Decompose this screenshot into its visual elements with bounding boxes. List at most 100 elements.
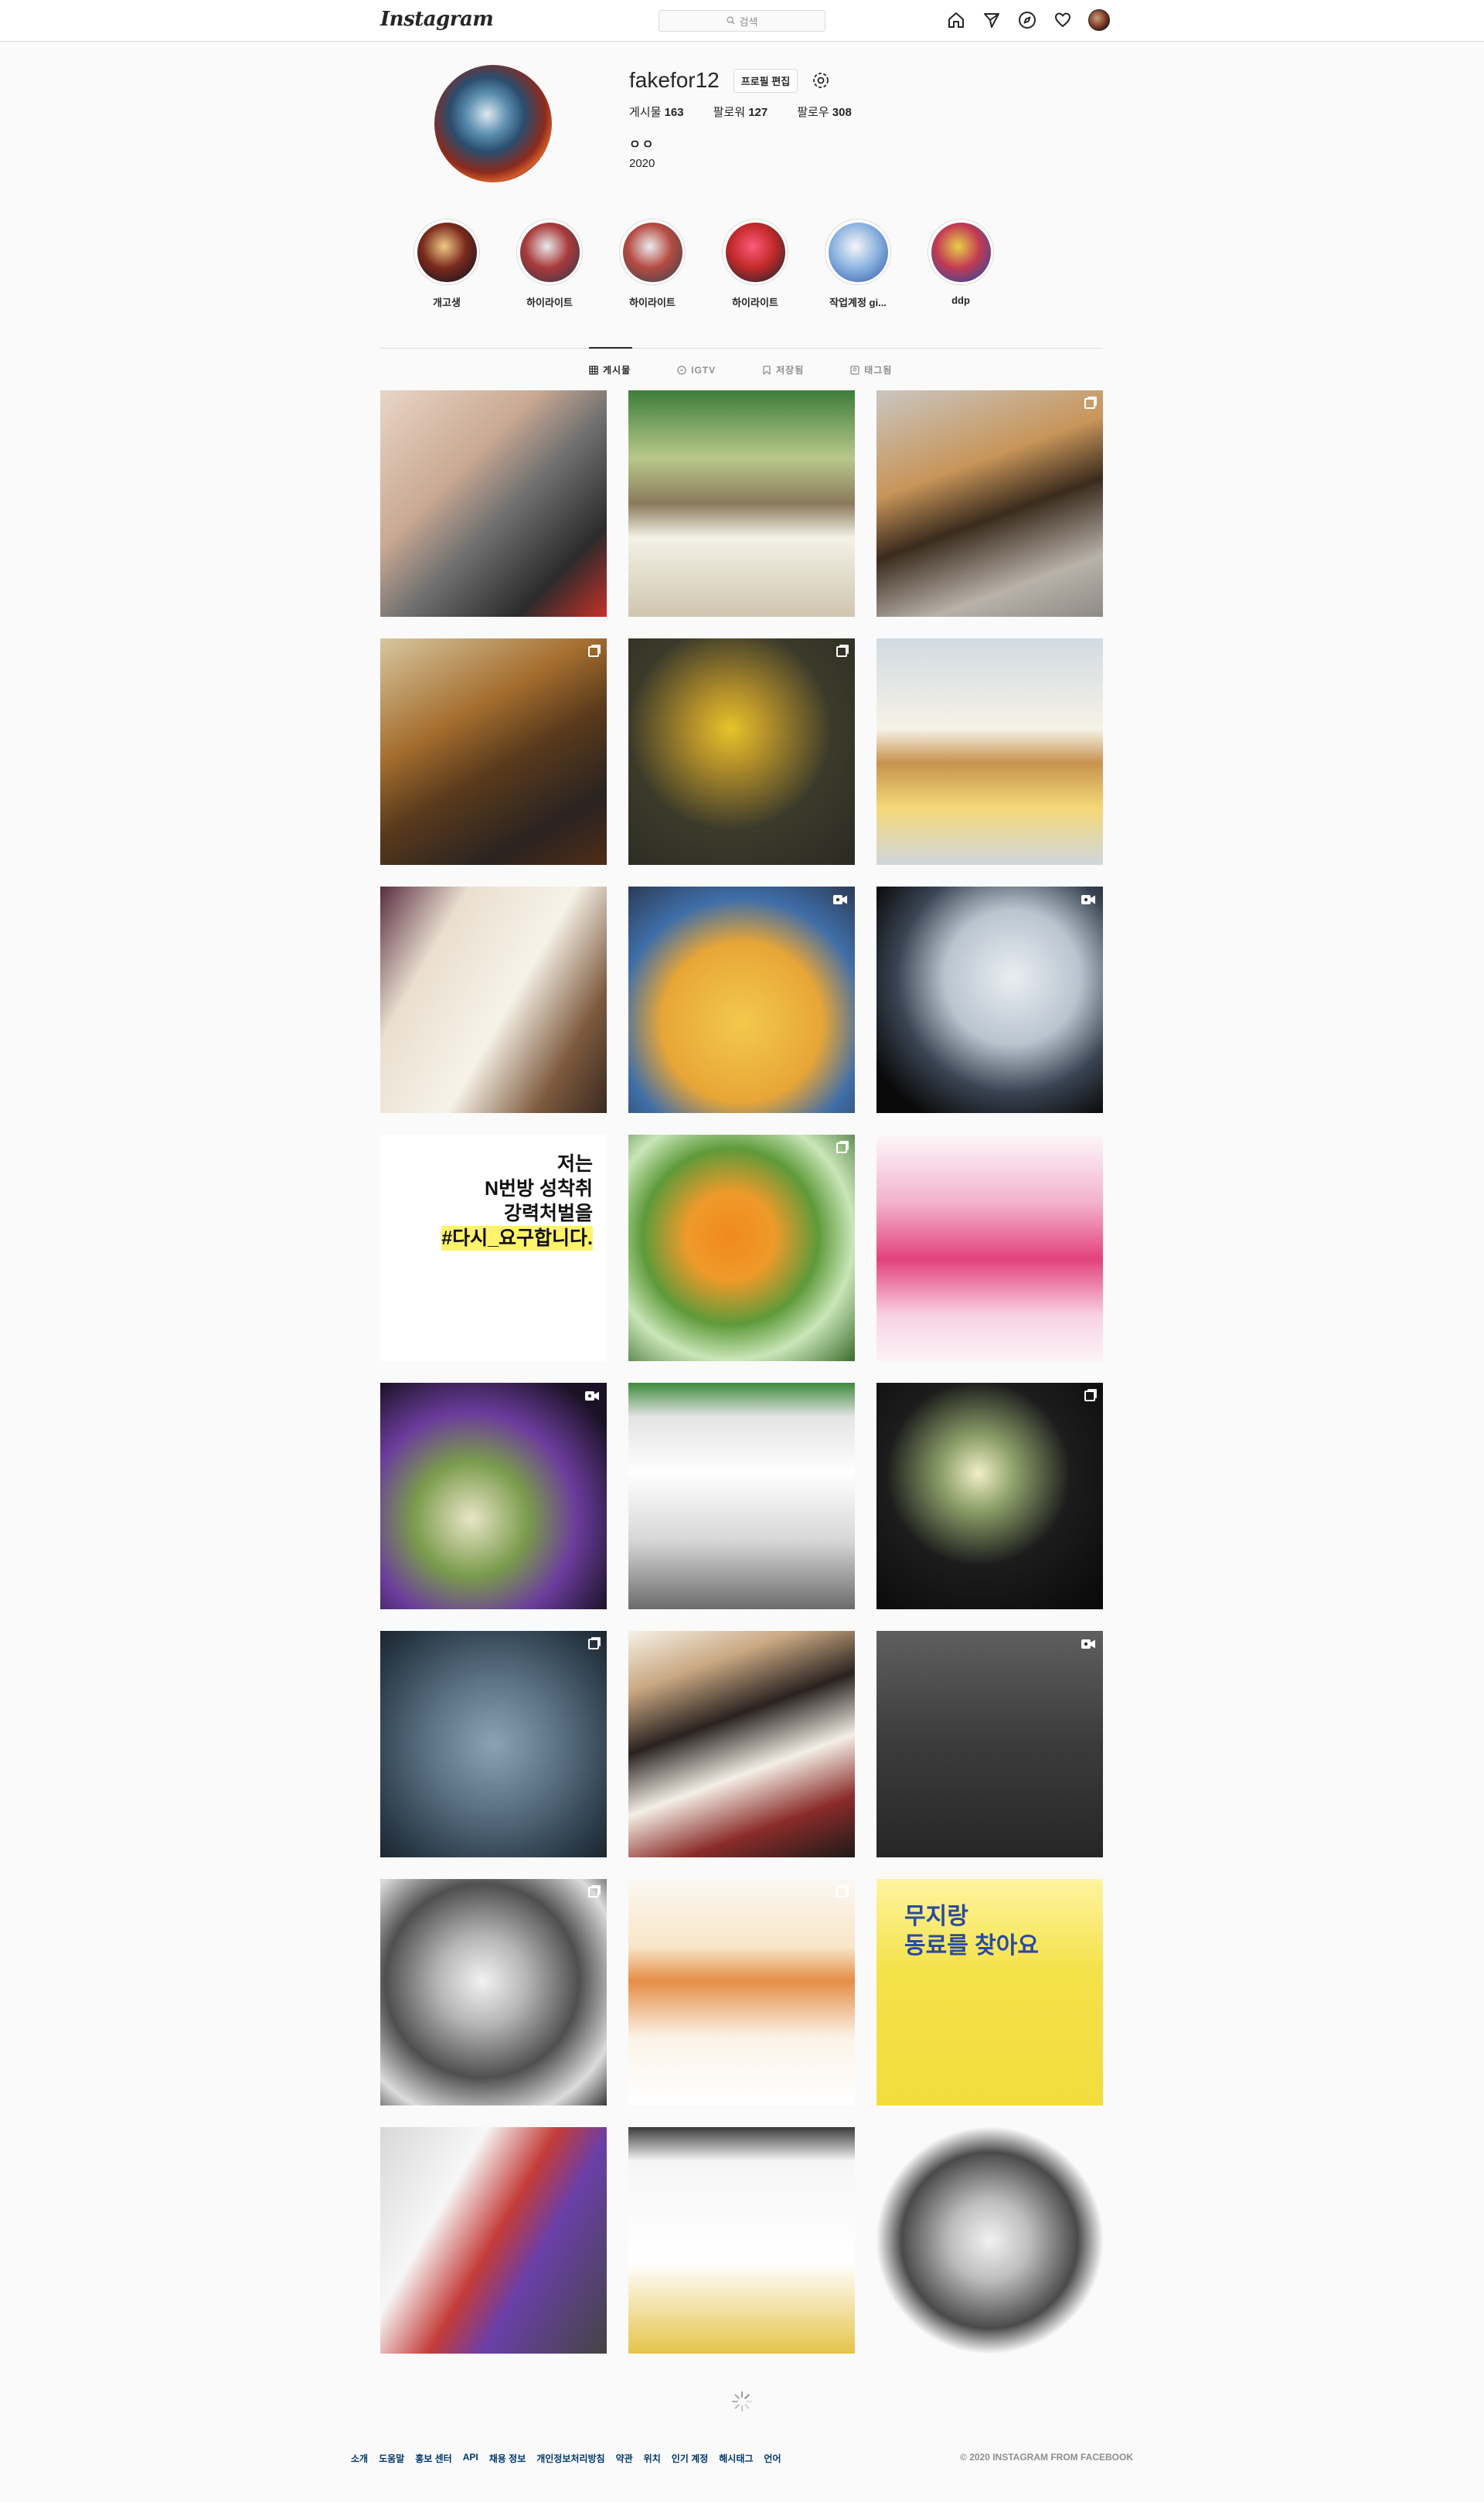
highlight-item[interactable]: 작업계정 gi...: [825, 219, 891, 309]
bookmark-icon: [762, 365, 771, 375]
search-placeholder: 검색: [739, 15, 758, 28]
followers-count[interactable]: 팔로워 127: [713, 104, 768, 120]
post-thumbnail[interactable]: [628, 1135, 855, 1361]
highlight-ring: [619, 219, 686, 285]
video-camera-icon: [833, 894, 847, 905]
tab-posts[interactable]: 게시물: [589, 363, 631, 376]
carousel-icon: [1084, 1391, 1095, 1401]
footer-link[interactable]: 약관: [616, 2452, 633, 2465]
footer-link[interactable]: 해시태그: [719, 2452, 753, 2465]
footer-link[interactable]: 언어: [764, 2452, 781, 2465]
tab-igtv[interactable]: IGTV: [677, 363, 716, 376]
post-thumbnail[interactable]: [628, 1631, 855, 1857]
loading-spinner-icon: [730, 2390, 754, 2413]
instagram-logo[interactable]: Instagram: [380, 8, 494, 31]
post-thumbnail[interactable]: [628, 1879, 855, 2105]
post-text-line: 무지랑: [904, 1904, 968, 1929]
highlight-label: ddp: [951, 294, 970, 306]
footer-link[interactable]: 인기 계정: [672, 2452, 709, 2465]
highlight-label: 개고생: [433, 297, 461, 308]
post-thumbnail[interactable]: [628, 1383, 855, 1609]
explore-icon[interactable]: [1017, 10, 1037, 30]
post-thumbnail[interactable]: 무지랑 동료를 찾아요: [876, 1879, 1103, 2105]
post-thumbnail[interactable]: [380, 2127, 607, 2354]
post-thumbnail[interactable]: [876, 1383, 1103, 1609]
tabs-divider: [380, 348, 1103, 349]
footer: 소개 도움말 홍보 센터 API 채용 정보 개인정보처리방침 약관 위치 인기 계정 해시태그 언…: [351, 2452, 1133, 2465]
profile-avatar[interactable]: [434, 65, 552, 182]
post-thumbnail[interactable]: [876, 638, 1103, 865]
post-thumbnail[interactable]: [628, 887, 855, 1113]
highlight-ring: [516, 219, 583, 285]
tab-saved[interactable]: 저장됨: [762, 363, 804, 376]
highlight-item[interactable]: 하이라이트: [619, 219, 686, 309]
spinner-spoke: [744, 2394, 750, 2399]
home-icon[interactable]: [946, 10, 966, 30]
post-text-line: #다시_요구합니다.: [441, 1226, 593, 1251]
post-thumbnail[interactable]: [380, 390, 607, 617]
settings-gear-icon[interactable]: [812, 71, 830, 90]
post-thumbnail[interactable]: [380, 638, 607, 865]
profile-avatar-nav[interactable]: [1088, 9, 1110, 31]
profile-info: fakefor12 프로필 편집 게시물 163 팔로워 127 팔로우 308…: [629, 65, 852, 170]
edit-profile-button[interactable]: 프로필 편집: [733, 68, 798, 93]
footer-link[interactable]: 위치: [644, 2452, 661, 2465]
post-thumbnail[interactable]: [876, 390, 1103, 617]
highlight-item[interactable]: 하이라이트: [516, 219, 583, 309]
footer-links: 소개 도움말 홍보 센터 API 채용 정보 개인정보처리방침 약관 위치 인기 계정 해시태그 언…: [351, 2452, 781, 2465]
post-thumbnail[interactable]: [876, 2127, 1103, 2354]
direct-message-icon[interactable]: [982, 10, 1002, 30]
highlight-label: 하이라이트: [629, 297, 676, 308]
tab-tagged[interactable]: 태그됨: [850, 363, 892, 376]
post-thumbnail[interactable]: [628, 638, 855, 865]
carousel-icon: [836, 646, 847, 657]
highlight-cover-image: [725, 222, 785, 282]
highlight-ring: [414, 219, 480, 285]
carousel-icon: [588, 646, 599, 657]
activity-heart-icon[interactable]: [1053, 10, 1073, 30]
igtv-icon: [677, 365, 686, 375]
highlight-cover-image: [417, 222, 477, 282]
profile-bio: 2020: [629, 157, 655, 170]
post-thumbnail[interactable]: [380, 1383, 607, 1609]
search-input[interactable]: 검색: [659, 10, 825, 32]
video-camera-icon: [1081, 1639, 1095, 1649]
carousel-icon: [588, 1639, 599, 1649]
post-thumbnail[interactable]: [628, 390, 855, 617]
post-thumbnail[interactable]: [380, 1879, 607, 2105]
post-thumbnail[interactable]: [876, 1631, 1103, 1857]
highlight-item[interactable]: 개고생: [414, 219, 480, 309]
highlight-item[interactable]: 하이라이트: [722, 219, 788, 309]
post-thumbnail[interactable]: 저는 N번방 성착취 강력처벌을 #다시_요구합니다.: [380, 1135, 607, 1361]
profile-stats: 게시물 163 팔로워 127 팔로우 308: [629, 104, 852, 120]
carousel-icon: [588, 1887, 599, 1898]
footer-link[interactable]: 홍보 센터: [415, 2452, 452, 2465]
following-count[interactable]: 팔로우 308: [797, 104, 852, 120]
tab-label: IGTV: [691, 364, 716, 376]
footer-link[interactable]: 소개: [351, 2452, 368, 2465]
spinner-spoke: [734, 2394, 740, 2399]
highlight-label: 하이라이트: [732, 297, 778, 308]
grid-icon: [589, 365, 598, 375]
footer-link[interactable]: API: [463, 2452, 478, 2465]
tab-label: 태그됨: [864, 365, 893, 376]
carousel-icon: [836, 1887, 847, 1898]
carousel-icon: [588, 1142, 599, 1153]
footer-link[interactable]: 개인정보처리방침: [536, 2452, 604, 2465]
spinner-spoke: [734, 2404, 740, 2409]
footer-link[interactable]: 도움말: [379, 2452, 404, 2465]
highlight-item[interactable]: ddp: [928, 219, 994, 309]
post-thumbnail[interactable]: [380, 887, 607, 1113]
highlight-cover-image: [622, 222, 682, 282]
profile-username: fakefor12: [629, 68, 720, 92]
highlight-cover-image: [931, 222, 991, 282]
profile-full-name: ㅇㅇ: [629, 138, 655, 151]
footer-link[interactable]: 채용 정보: [489, 2452, 526, 2465]
copyright: © 2020 Instagram from Facebook: [960, 2452, 1133, 2463]
post-thumbnail[interactable]: [876, 1135, 1103, 1361]
post-thumbnail[interactable]: [876, 887, 1103, 1113]
post-thumbnail[interactable]: [628, 2127, 855, 2354]
spinner-spoke: [744, 2404, 750, 2409]
post-thumbnail[interactable]: [380, 1631, 607, 1857]
highlight-ring: [722, 219, 788, 285]
